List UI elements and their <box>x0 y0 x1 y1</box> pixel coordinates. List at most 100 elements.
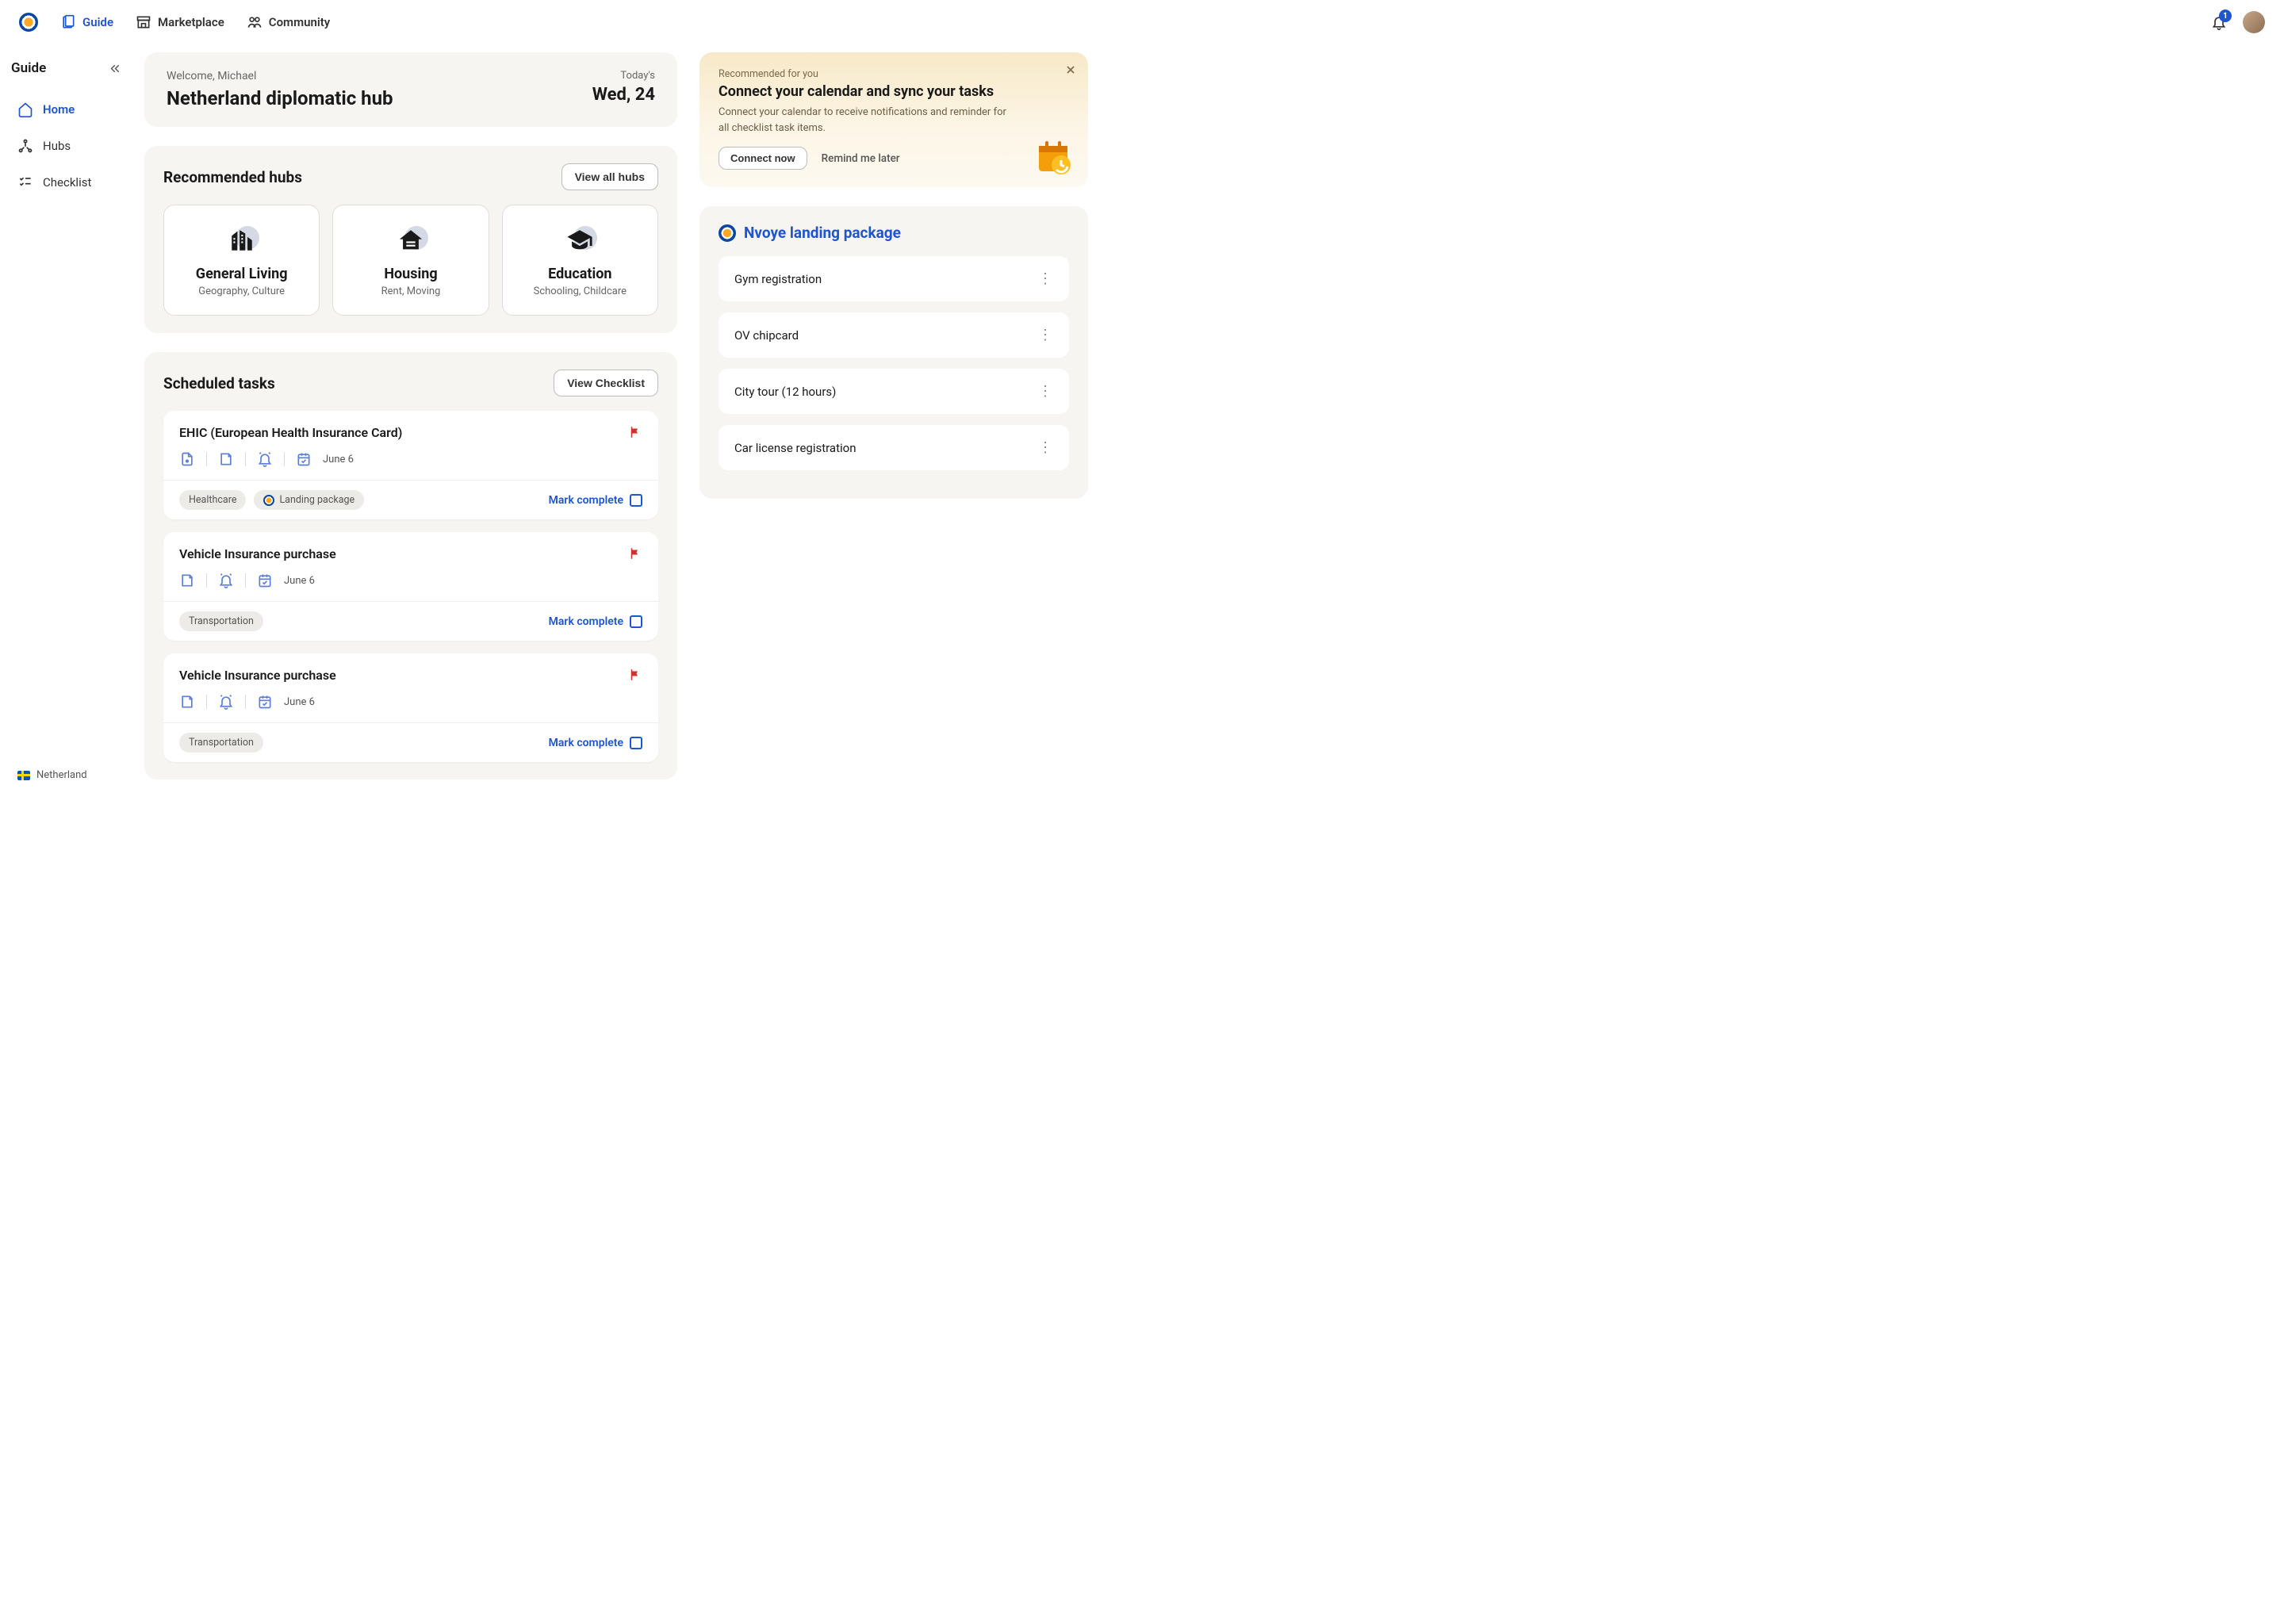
hero-banner: Welcome, Michael Netherland diplomatic h… <box>144 52 677 127</box>
flag-icon[interactable] <box>628 668 642 682</box>
hubs-icon <box>17 138 33 154</box>
house-icon <box>397 227 424 254</box>
sidebar-country-label: Netherland <box>36 769 87 781</box>
package-item[interactable]: Car license registration ⋮ <box>719 425 1069 470</box>
collapse-icon[interactable] <box>109 62 122 75</box>
callout-title: Connect your calendar and sync your task… <box>719 83 1069 100</box>
package-item[interactable]: Gym registration⋮ <box>719 256 1069 301</box>
nav-guide-label: Guide <box>82 15 113 29</box>
package-item-label: City tour (12 hours) <box>734 385 836 399</box>
remind-later-link[interactable]: Remind me later <box>822 152 900 165</box>
checkbox-icon <box>630 737 642 749</box>
nav-community-label: Community <box>269 15 331 29</box>
top-nav: Guide Marketplace Community 1 <box>0 0 2284 44</box>
task-tag: Landing package <box>254 490 364 510</box>
flag-icon[interactable] <box>628 425 642 439</box>
task-card[interactable]: EHIC (European Health Insurance Card) Jun… <box>163 411 658 519</box>
package-item-label: Car license registration <box>734 441 856 455</box>
sidebar-title: Guide <box>11 60 46 76</box>
calendar-icon[interactable] <box>296 451 312 467</box>
hub-subtitle: Schooling, Childcare <box>515 285 645 297</box>
sidebar-item-checklist[interactable]: Checklist <box>11 167 122 198</box>
callout-body: Connect your calendar to receive notific… <box>719 105 1017 136</box>
package-item[interactable]: City tour (12 hours) ⋮ <box>719 369 1069 414</box>
calendar-callout: Recommended for you Connect your calenda… <box>699 52 1088 187</box>
task-card[interactable]: Vehicle Insurance purchase June 6 Transpor… <box>163 653 658 762</box>
hub-card-education[interactable]: Education Schooling, Childcare <box>502 205 658 316</box>
more-icon[interactable]: ⋮ <box>1038 439 1053 456</box>
reminder-icon[interactable] <box>218 694 234 710</box>
task-date: June 6 <box>284 575 315 587</box>
landing-package-panel: Nvoye landing package Gym registration⋮ O… <box>699 206 1088 499</box>
page-title: Netherland diplomatic hub <box>167 87 393 109</box>
home-icon <box>17 102 33 117</box>
sidebar-item-hubs[interactable]: Hubs <box>11 130 122 162</box>
app-logo <box>19 13 38 32</box>
sidebar-item-label: Home <box>43 102 75 117</box>
note-icon[interactable] <box>179 573 195 588</box>
mark-complete-button[interactable]: Mark complete <box>549 737 642 749</box>
graduation-icon <box>566 227 593 254</box>
task-title: EHIC (European Health Insurance Card) <box>179 425 402 440</box>
checkbox-icon <box>630 494 642 507</box>
sidebar: Guide Home Hubs Checklist Netherland <box>0 44 133 803</box>
calendar-sync-icon <box>1034 138 1072 176</box>
more-icon[interactable]: ⋮ <box>1038 270 1053 287</box>
hub-subtitle: Rent, Moving <box>346 285 475 297</box>
task-date: June 6 <box>284 696 315 708</box>
scheduled-tasks-panel: Scheduled tasks View Checklist EHIC (Eur… <box>144 352 677 779</box>
package-title: Nvoye landing package <box>744 224 901 242</box>
task-tag: Healthcare <box>179 490 246 510</box>
callout-eyebrow: Recommended for you <box>719 68 1069 80</box>
hub-subtitle: Geography, Culture <box>177 285 306 297</box>
notifications-button[interactable]: 1 <box>2211 14 2227 30</box>
nav-guide[interactable]: Guide <box>60 14 113 30</box>
guide-icon <box>60 14 76 30</box>
checklist-icon <box>17 174 33 190</box>
buildings-icon <box>228 227 255 254</box>
notification-badge: 1 <box>2219 10 2232 22</box>
note-icon[interactable] <box>218 451 234 467</box>
more-icon[interactable]: ⋮ <box>1038 383 1053 400</box>
flag-icon <box>17 771 30 780</box>
package-item[interactable]: OV chipcard ⋮ <box>719 312 1069 358</box>
community-icon <box>247 14 263 30</box>
hub-title: Housing <box>346 266 475 282</box>
avatar[interactable] <box>2243 11 2265 33</box>
task-tag: Transportation <box>179 611 263 631</box>
today-label: Today's <box>592 70 655 82</box>
sidebar-country[interactable]: Netherland <box>11 763 122 787</box>
view-checklist-button[interactable]: View Checklist <box>554 370 658 396</box>
task-date: June 6 <box>323 454 354 465</box>
hub-card-housing[interactable]: Housing Rent, Moving <box>332 205 489 316</box>
task-title: Vehicle Insurance purchase <box>179 668 336 683</box>
more-icon[interactable]: ⋮ <box>1038 327 1053 343</box>
nav-marketplace[interactable]: Marketplace <box>136 14 224 30</box>
package-item-label: OV chipcard <box>734 328 799 343</box>
calendar-icon[interactable] <box>257 573 273 588</box>
task-tag: Transportation <box>179 733 263 753</box>
welcome-text: Welcome, Michael <box>167 70 393 82</box>
calendar-icon[interactable] <box>257 694 273 710</box>
flag-icon[interactable] <box>628 546 642 561</box>
view-all-hubs-button[interactable]: View all hubs <box>561 163 658 190</box>
reminder-icon[interactable] <box>218 573 234 588</box>
close-icon[interactable] <box>1064 63 1077 76</box>
note-icon[interactable] <box>179 694 195 710</box>
mark-complete-button[interactable]: Mark complete <box>549 494 642 507</box>
store-icon <box>136 14 151 30</box>
attachment-icon[interactable] <box>179 451 195 467</box>
mark-complete-button[interactable]: Mark complete <box>549 615 642 628</box>
hub-title: Education <box>515 266 645 282</box>
app-logo <box>719 224 736 242</box>
task-card[interactable]: Vehicle Insurance purchaseJune 6Transpor… <box>163 532 658 641</box>
nav-community[interactable]: Community <box>247 14 331 30</box>
tasks-heading: Scheduled tasks <box>163 374 275 393</box>
sidebar-item-label: Checklist <box>43 175 91 190</box>
sidebar-item-home[interactable]: Home <box>11 94 122 125</box>
hub-card-general-living[interactable]: General Living Geography, Culture <box>163 205 320 316</box>
reminder-icon[interactable] <box>257 451 273 467</box>
sidebar-item-label: Hubs <box>43 139 71 153</box>
connect-now-button[interactable]: Connect now <box>719 147 807 170</box>
nav-marketplace-label: Marketplace <box>158 15 224 29</box>
